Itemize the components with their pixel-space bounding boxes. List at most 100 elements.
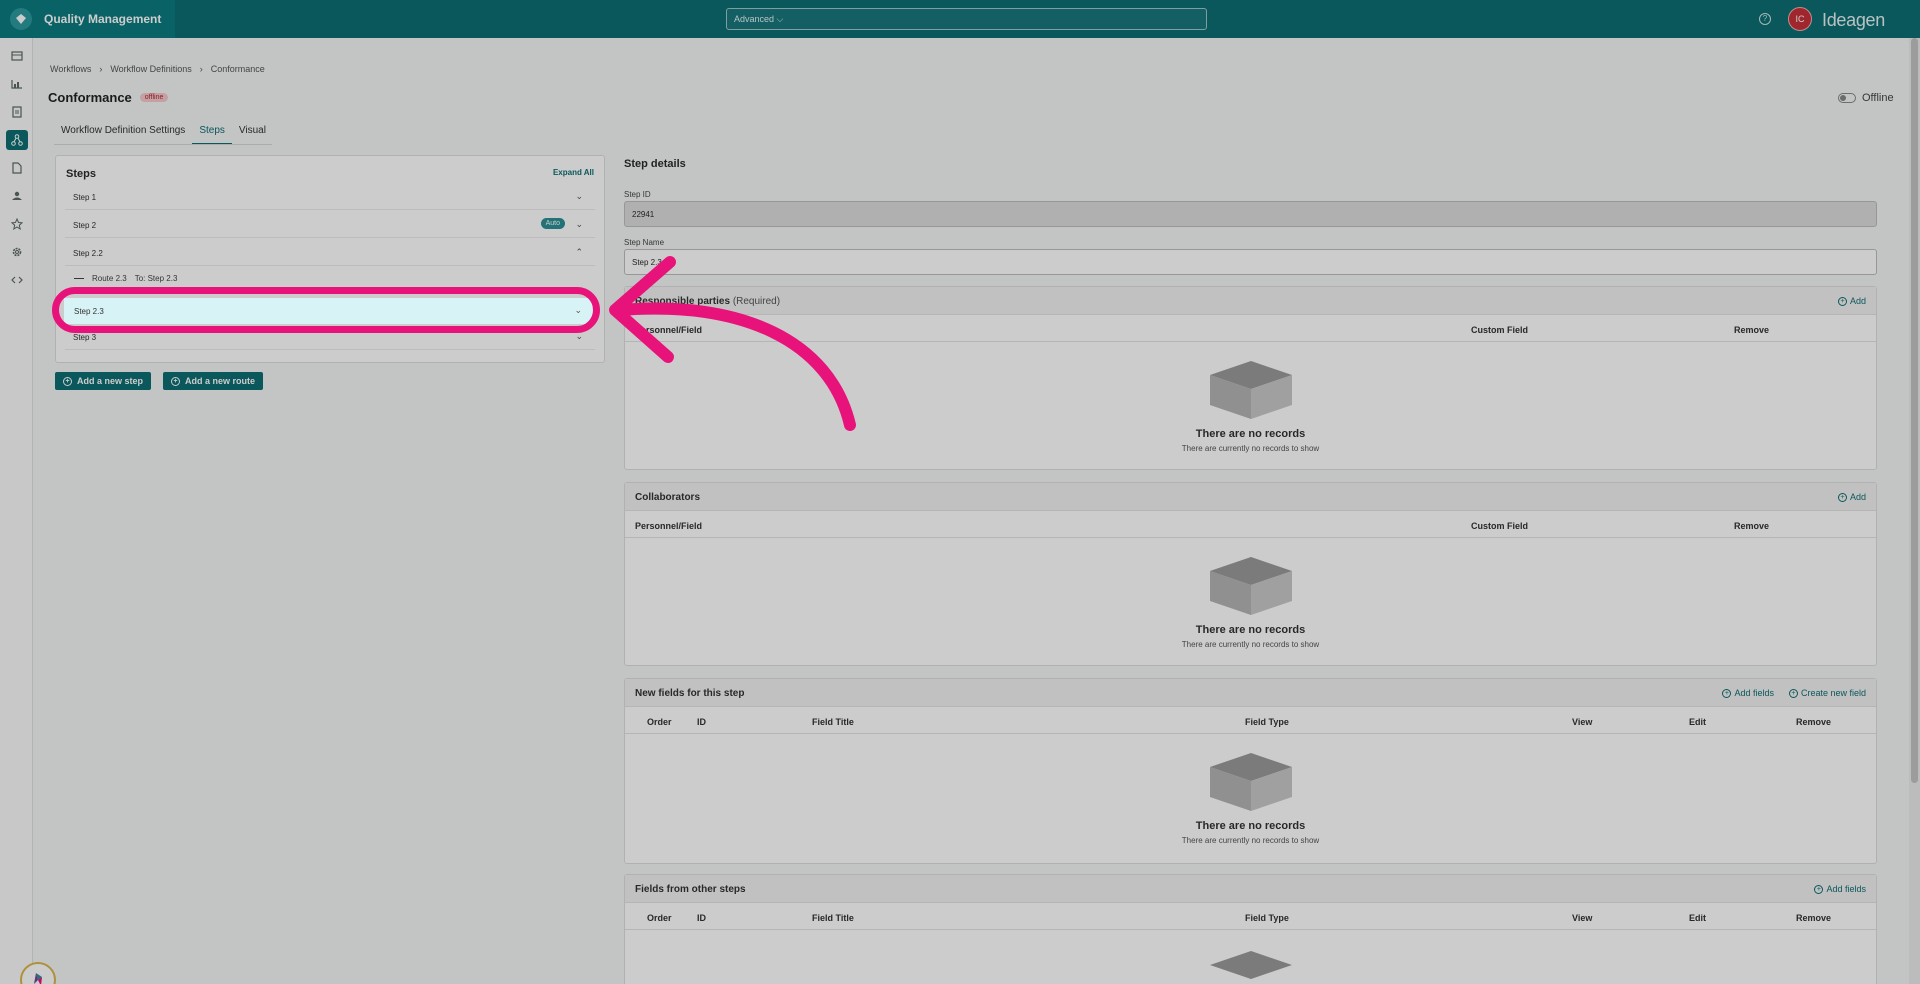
- code-icon[interactable]: [6, 270, 28, 290]
- brand[interactable]: Quality Management: [0, 0, 175, 38]
- help-icon[interactable]: ?: [1759, 13, 1771, 25]
- step-row-2[interactable]: Step 2 Auto ⌄: [65, 212, 595, 238]
- empty-title: There are no records: [1195, 624, 1306, 636]
- scrollbar[interactable]: [1909, 38, 1920, 984]
- add-route-button[interactable]: + Add a new route: [163, 372, 264, 390]
- document-icon[interactable]: [6, 102, 28, 122]
- expand-all-button[interactable]: Expand All: [553, 168, 594, 177]
- chevron-down-icon[interactable]: ⌄: [575, 331, 583, 342]
- step-label: Step 3: [73, 333, 97, 342]
- file-icon[interactable]: [6, 158, 28, 178]
- col-header: Field Title: [812, 913, 854, 923]
- breadcrumb: Workflows › Workflow Definitions › Confo…: [50, 64, 265, 74]
- col-header: Order: [647, 717, 672, 727]
- chart-icon[interactable]: [6, 74, 28, 94]
- add-collaborator-button[interactable]: + Add: [1837, 492, 1866, 502]
- col-header: Remove: [1796, 717, 1832, 727]
- route-label: Route 2.3: [92, 274, 127, 283]
- collaborators-section: Collaborators + Add Personnel/Field Custo…: [624, 482, 1877, 666]
- inbox-icon[interactable]: [6, 46, 28, 66]
- step-row-3[interactable]: Step 3 ⌄: [65, 324, 595, 350]
- col-header: Custom Field: [1471, 521, 1529, 531]
- steps-title: Steps: [66, 168, 96, 180]
- col-header: Edit: [1689, 913, 1706, 923]
- step-id-field: 22941: [624, 201, 1877, 227]
- chevron-down-icon[interactable]: ⌄: [574, 305, 582, 316]
- empty-box-icon: [1209, 557, 1292, 615]
- add-step-button[interactable]: + Add a new step: [55, 372, 152, 390]
- create-new-field-button[interactable]: + Create new field: [1788, 688, 1866, 698]
- empty-subtitle: There are currently no records to show: [1181, 640, 1320, 649]
- other-fields-section: Fields from other steps + Add fields Orde…: [624, 874, 1877, 984]
- col-header: Remove: [1734, 325, 1770, 335]
- add-icon: +: [63, 376, 72, 386]
- empty-title: There are no records: [1195, 428, 1306, 440]
- step-details-title: Step details: [624, 158, 686, 170]
- tab-visual[interactable]: Visual: [232, 121, 273, 145]
- empty-box-icon: [1209, 361, 1292, 419]
- route-row[interactable]: Route 2.3 To: Step 2.3: [74, 274, 177, 283]
- assistant-icon[interactable]: [20, 962, 56, 984]
- section-header: Fields from other steps + Add fields: [625, 875, 1876, 903]
- section-header: New fields for this step + Add fields + Cr…: [625, 679, 1876, 707]
- avatar[interactable]: IC: [1788, 7, 1812, 31]
- chevron-up-icon[interactable]: ⌃: [575, 247, 583, 258]
- breadcrumb-workflow-definitions[interactable]: Workflow Definitions: [110, 64, 191, 74]
- step-label: Step 1: [73, 193, 97, 202]
- step-row-1[interactable]: Step 1 ⌄: [65, 184, 595, 210]
- add-fields-button[interactable]: + Add fields: [1814, 884, 1866, 894]
- chevron-down-icon[interactable]: ⌄: [575, 219, 583, 230]
- breadcrumb-workflows[interactable]: Workflows: [50, 64, 91, 74]
- divider: [625, 929, 1876, 930]
- app-logo-icon: [10, 8, 32, 30]
- tab-steps[interactable]: Steps: [192, 121, 232, 145]
- empty-box-icon: [1209, 753, 1292, 811]
- add-step-label: Add a new step: [77, 376, 144, 386]
- col-header: Field Title: [812, 717, 854, 727]
- divider: [625, 733, 1876, 734]
- section-title: Fields from other steps: [635, 884, 746, 895]
- brand-logo: Ideagen: [1822, 10, 1885, 30]
- tab-workflow-definition-settings[interactable]: Workflow Definition Settings: [54, 121, 192, 145]
- divider: [625, 341, 1876, 342]
- add-responsible-button[interactable]: + Add: [1837, 296, 1866, 306]
- left-rail: ⇥: [0, 38, 56, 984]
- gear-icon[interactable]: [6, 242, 28, 262]
- col-header: Edit: [1689, 717, 1706, 727]
- chevron-down-icon[interactable]: ⌄: [575, 191, 583, 202]
- empty-box-icon: [1209, 951, 1292, 979]
- section-title: Collaborators: [635, 492, 701, 503]
- app-title: Quality Management: [44, 12, 162, 26]
- breadcrumb-separator: ›: [99, 64, 103, 74]
- col-header: Personnel/Field: [635, 521, 703, 531]
- col-header: Field Type: [1245, 717, 1289, 727]
- add-fields-button[interactable]: + Add fields: [1722, 688, 1774, 698]
- offline-toggle[interactable]: Offline: [1838, 92, 1894, 104]
- section-header: Collaborators + Add: [625, 483, 1876, 511]
- step-name-label: Step Name: [624, 238, 665, 247]
- add-route-label: Add a new route: [185, 376, 256, 386]
- page-title-text: Conformance: [48, 90, 132, 105]
- star-icon[interactable]: [6, 214, 28, 234]
- route-target: To: Step 2.3: [134, 274, 178, 283]
- step-row-2-3-selected[interactable]: Step 2.3 ⌄: [64, 298, 594, 324]
- breadcrumb-separator: ›: [199, 64, 203, 74]
- col-header: Remove: [1796, 913, 1832, 923]
- step-row-2-2[interactable]: Step 2.2 ⌃: [65, 240, 595, 266]
- col-header: Remove: [1734, 521, 1770, 531]
- users-icon[interactable]: [6, 186, 28, 206]
- col-header: ID: [697, 717, 706, 727]
- step-label: Step 2.2: [73, 249, 103, 258]
- empty-state: [625, 947, 1876, 984]
- step-name-field[interactable]: Step 2.3: [624, 249, 1877, 275]
- toggle-switch[interactable]: [1838, 93, 1856, 103]
- empty-state: There are no records There are currently…: [625, 553, 1876, 649]
- step-label: Step 2.3: [74, 307, 104, 316]
- status-badge: offline: [139, 93, 169, 102]
- tabs-divider: [54, 144, 272, 145]
- search-input[interactable]: Advanced ⌵: [726, 8, 1207, 30]
- scrollbar-thumb[interactable]: [1911, 38, 1918, 783]
- col-header: View: [1572, 717, 1593, 727]
- workflow-icon[interactable]: [6, 130, 28, 150]
- empty-subtitle: There are currently no records to show: [1181, 444, 1320, 453]
